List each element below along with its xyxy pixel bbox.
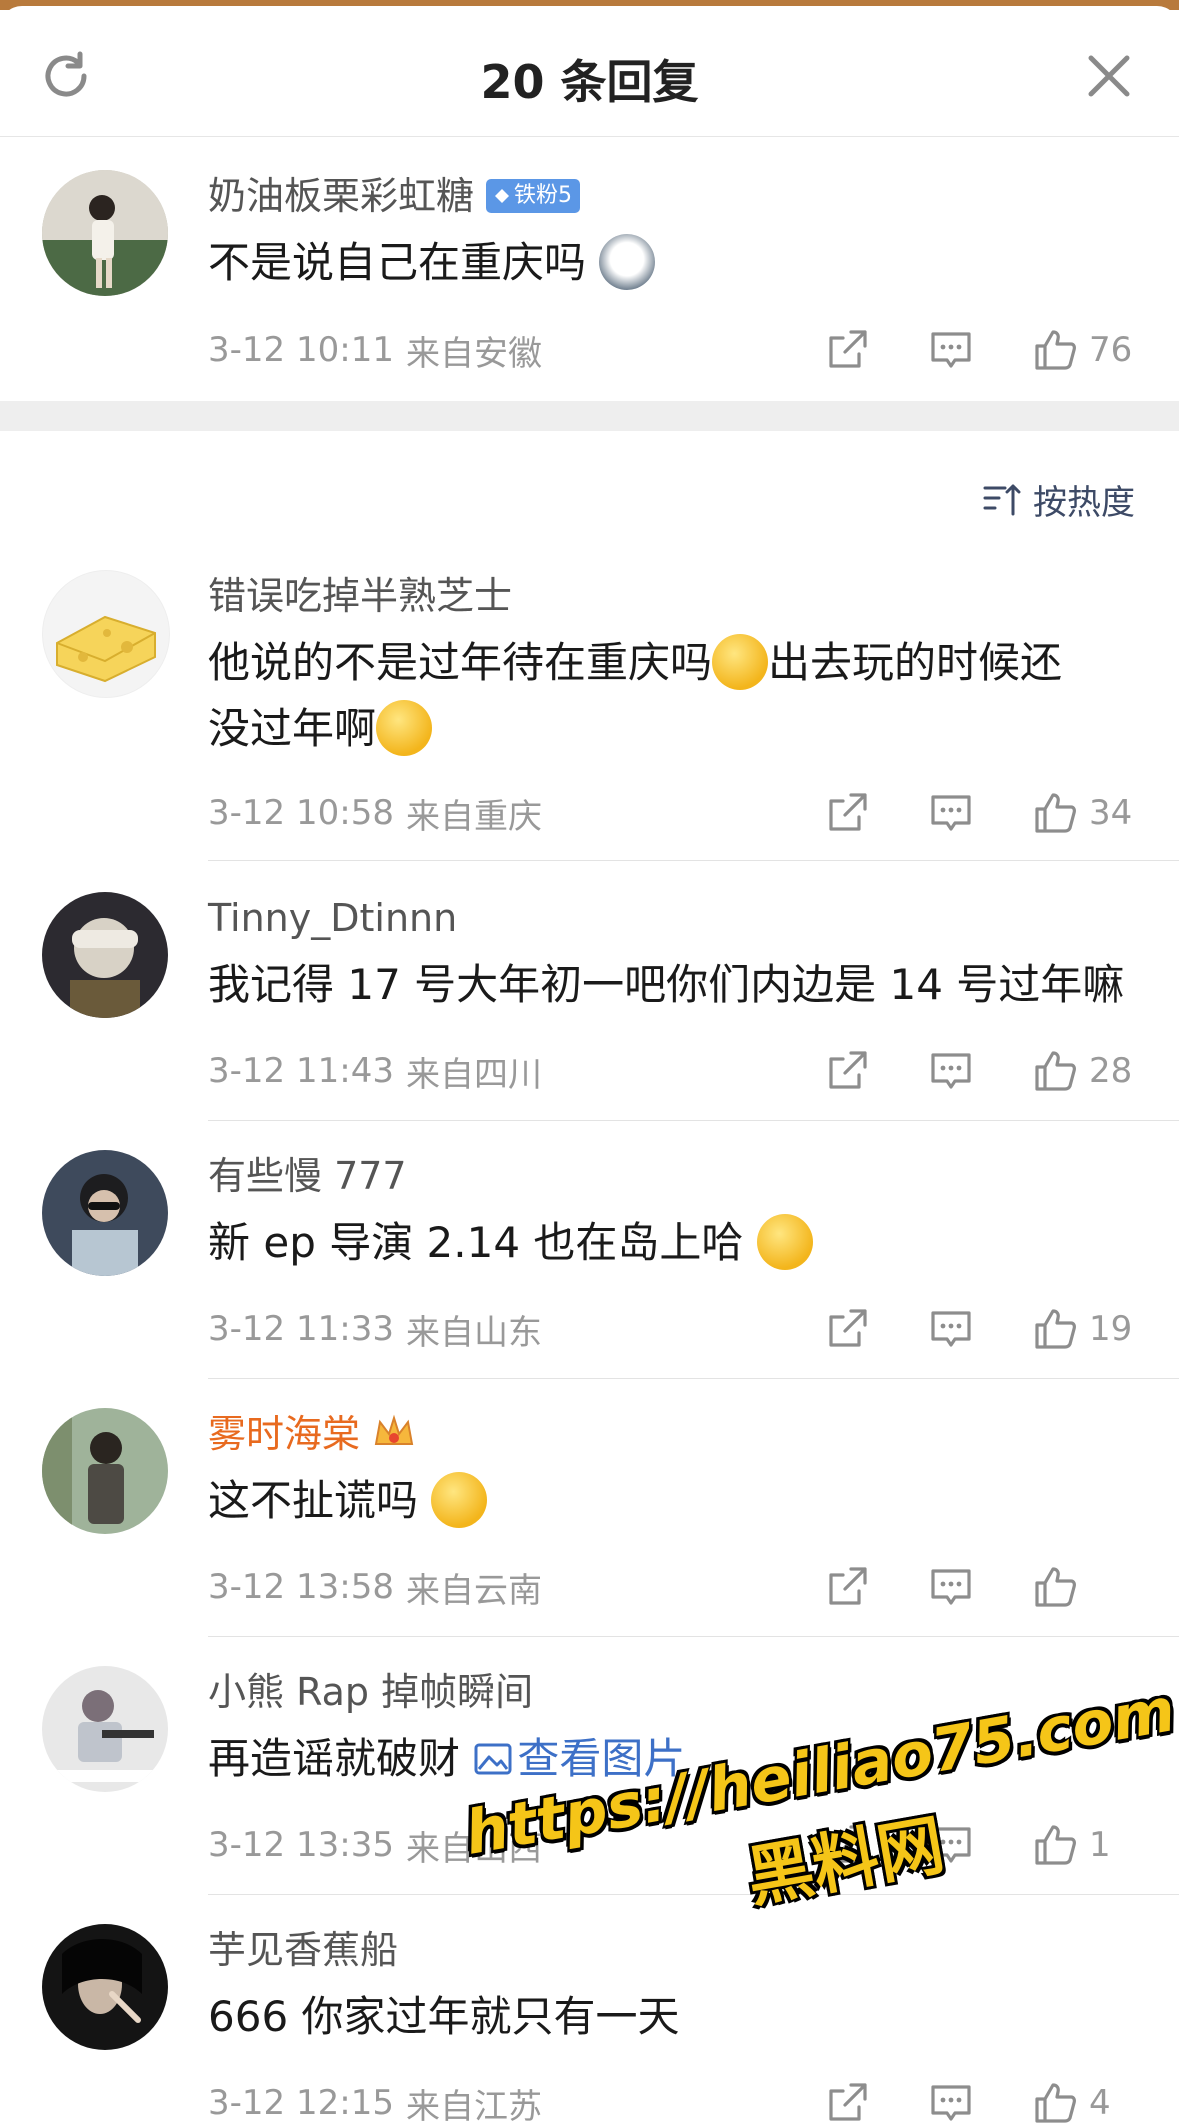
comment-text: 不是说自己在重庆吗 [208,230,1135,296]
comment-meta: 3-12 10:58 来自重庆 34 [208,788,1135,838]
close-icon[interactable] [1083,50,1135,102]
avatar[interactable] [42,1924,168,2050]
divider [208,1636,1179,1637]
comment-icon[interactable] [927,326,975,374]
comment-text: 新 ep 导演 2.14 也在岛上哈 [208,1210,1135,1276]
username[interactable]: Tinny_Dtinnn [208,892,1135,944]
comment-text: 这不扯谎吗 [208,1468,1135,1534]
comment-meta: 3-12 10:11 来自安徽 76 [208,325,1135,375]
list-item: 错误吃掉半熟芝士 他说的不是过年待在重庆吗 出去玩的时候还 没过年啊 3-12 1… [0,560,1179,861]
comment-icon[interactable] [927,2079,975,2127]
divider [208,1120,1179,1121]
avatar[interactable] [42,892,168,1018]
share-icon[interactable] [823,789,871,837]
username[interactable]: 错误吃掉半熟芝士 [208,570,1135,622]
avatar[interactable] [42,1150,168,1276]
list-item: 有些慢 777 新 ep 导演 2.14 也在岛上哈 3-12 11:33 来自… [0,1148,1179,1379]
like-count: 19 [1089,1309,1133,1349]
like-icon[interactable] [1031,326,1079,374]
list-item: 雾时海棠 这不扯谎吗 3-12 13:58 来自云南 [0,1406,1179,1637]
share-icon[interactable] [823,1305,871,1353]
avatar[interactable] [42,170,168,296]
sort-icon [983,484,1021,516]
divider [208,1378,1179,1379]
replies-header: 20 条回复 [0,6,1179,137]
share-icon[interactable] [823,326,871,374]
comment-meta: 3-12 11:43 来自四川 28 [208,1046,1135,1096]
like-count: 28 [1089,1051,1133,1091]
fan-level-badge: 铁粉5 [486,179,581,213]
like-count: 4 [1089,2083,1111,2123]
username[interactable]: 有些慢 777 [208,1150,1135,1202]
comment-icon[interactable] [927,1047,975,1095]
avatar[interactable] [42,570,170,698]
comment-meta: 3-12 11:33 来自山东 19 [208,1304,1135,1354]
comment-meta: 3-12 13:58 来自云南 [208,1562,1135,1612]
list-item: Tinny_Dtinnn 我记得 17 号大年初一吧你们内边是 14 号过年嘛 … [0,890,1179,1121]
comment-icon[interactable] [927,789,975,837]
like-count: 34 [1089,793,1133,833]
share-icon[interactable] [823,2079,871,2127]
like-icon[interactable] [1031,2079,1079,2127]
username[interactable]: 雾时海棠 [208,1408,1135,1460]
comment-meta: 3-12 12:15 来自江苏 4 [208,2078,1135,2128]
comment-text: 他说的不是过年待在重庆吗 出去玩的时候还 没过年啊 [208,630,1135,762]
sweat-emoji-icon [376,699,433,756]
avatar[interactable] [42,1666,168,1792]
page-title: 20 条回复 [480,55,699,109]
like-icon[interactable] [1031,1305,1079,1353]
like-icon[interactable] [1031,1563,1079,1611]
share-icon[interactable] [823,1563,871,1611]
parent-comment: 奶油板栗彩虹糖 铁粉5 不是说自己在重庆吗 3-12 10:11 来自安徽 76 [0,137,1179,401]
divider [208,860,1179,861]
comment-text: 我记得 17 号大年初一吧你们内边是 14 号过年嘛 [208,960,1125,1009]
sweat-emoji-icon [712,633,769,690]
share-icon[interactable] [823,1047,871,1095]
sort-toggle[interactable]: 按热度 [981,474,1135,524]
image-icon [474,1743,512,1774]
dog-emoji-icon [599,233,656,290]
diamond-icon [495,189,510,203]
laugh-cry-emoji-icon [756,1213,813,1270]
section-divider [0,401,1179,431]
crown-icon [374,1414,414,1445]
smile-emoji-icon [431,1471,488,1528]
like-icon[interactable] [1031,1047,1079,1095]
comment-icon[interactable] [927,1563,975,1611]
username[interactable]: 奶油板栗彩虹糖 铁粉5 [208,170,1135,222]
like-icon[interactable] [1031,789,1079,837]
comment-icon[interactable] [927,1305,975,1353]
avatar[interactable] [42,1408,168,1534]
like-count: 76 [1089,330,1133,370]
